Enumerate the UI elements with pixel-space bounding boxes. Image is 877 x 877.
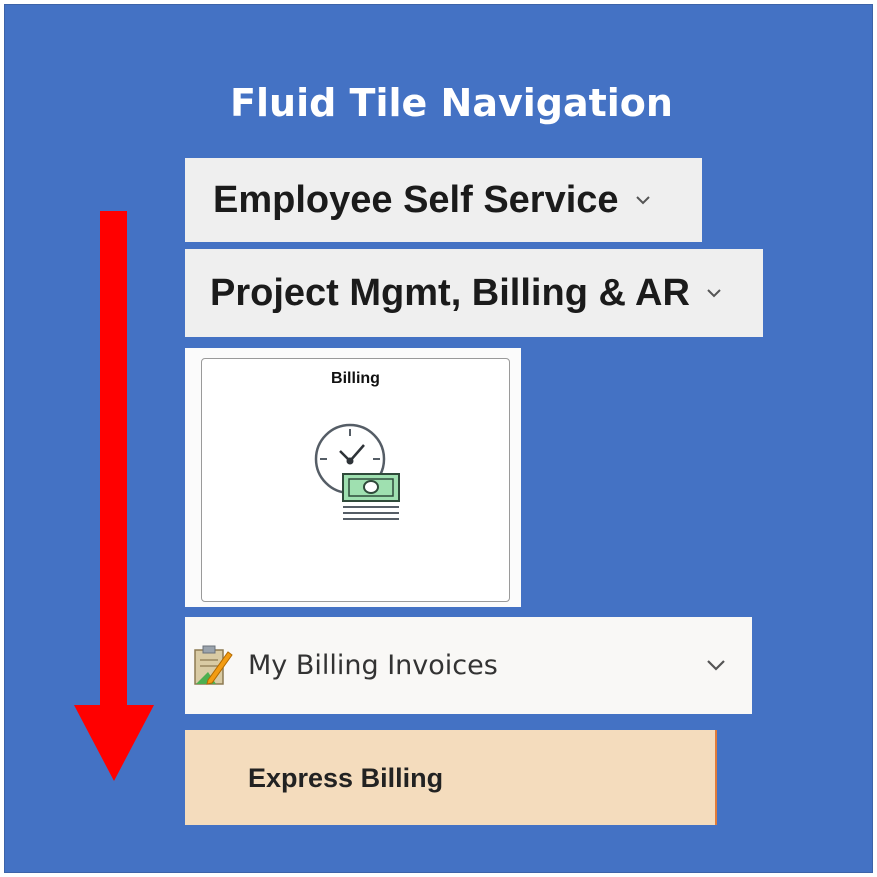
- down-arrow-icon: [100, 211, 127, 707]
- down-arrow-head-icon: [74, 705, 154, 781]
- employee-self-service-menu[interactable]: Employee Self Service: [185, 158, 702, 242]
- list-item-label: Express Billing: [248, 763, 444, 793]
- tile-area: Billing: [185, 348, 521, 607]
- project-mgmt-billing-ar-menu[interactable]: Project Mgmt, Billing & AR: [185, 249, 763, 337]
- list-item-label: My Billing Invoices: [248, 650, 498, 681]
- chevron-down-icon[interactable]: [704, 655, 728, 680]
- menu-label: Employee Self Service: [213, 178, 619, 221]
- express-billing-item[interactable]: Express Billing: [185, 730, 717, 825]
- clock-money-icon: [314, 423, 404, 528]
- chevron-down-icon[interactable]: [704, 283, 724, 303]
- my-billing-invoices-item[interactable]: My Billing Invoices: [185, 617, 752, 714]
- menu-label: Project Mgmt, Billing & AR: [210, 271, 690, 314]
- tile-title: Billing: [331, 370, 380, 387]
- clipboard-pencil-icon: [192, 644, 234, 693]
- billing-tile[interactable]: Billing: [201, 358, 510, 602]
- page-title: Fluid Tile Navigation: [230, 81, 673, 125]
- chevron-down-icon[interactable]: [633, 190, 653, 210]
